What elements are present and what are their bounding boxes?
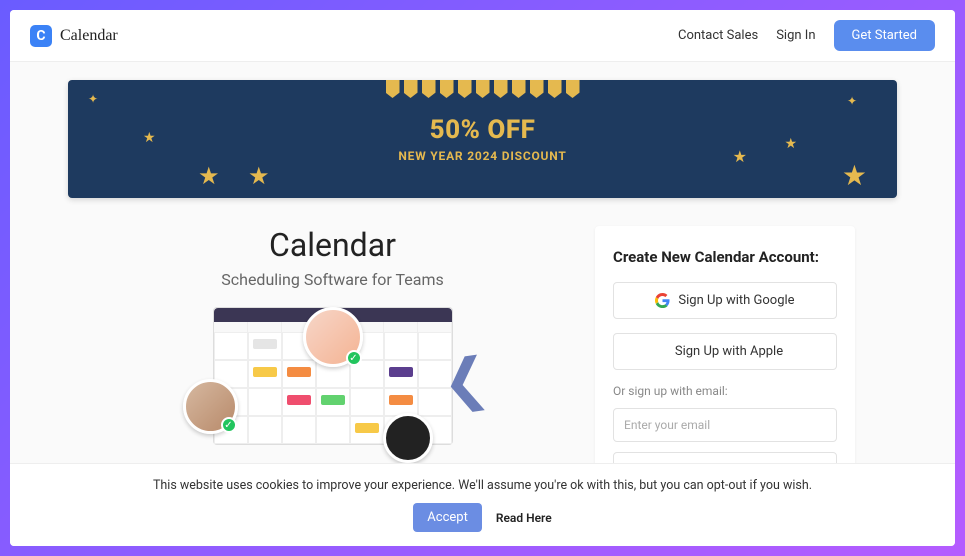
promo-banner[interactable]: ✦ ★ ★ ★ ✦ ★ ★ ★ 50% OFF NEW YEAR 2024 DI… [68, 80, 897, 198]
star-icon: ✦ [88, 92, 98, 106]
hero-subtitle: Scheduling Software for Teams [110, 270, 555, 289]
signup-title: Create New Calendar Account: [613, 248, 837, 266]
promo-subline: NEW YEAR 2024 DISCOUNT [398, 149, 566, 163]
star-icon: ★ [733, 147, 747, 166]
star-icon: ★ [248, 162, 270, 190]
signup-alt-label: Or sign up with email: [613, 384, 837, 398]
nav-right: Contact Sales Sign In Get Started [678, 20, 935, 51]
promo-headline: 50% OFF [430, 115, 536, 145]
avatar-icon [383, 413, 433, 463]
cookie-banner: This website uses cookies to improve you… [10, 463, 955, 546]
hero-title: Calendar [110, 226, 555, 264]
cookie-read-link[interactable]: Read Here [496, 511, 552, 525]
sign-in-link[interactable]: Sign In [776, 28, 815, 43]
apple-signup-label: Sign Up with Apple [675, 344, 783, 359]
avatar-icon: ✓ [183, 379, 238, 434]
star-icon: ★ [842, 159, 867, 192]
brand[interactable]: C Calendar [30, 25, 118, 47]
calendar-illustration: ✓ ✓ ❮ [213, 307, 453, 445]
cookie-accept-button[interactable]: Accept [413, 503, 482, 532]
app-window: C Calendar Contact Sales Sign In Get Sta… [10, 10, 955, 546]
star-icon: ★ [143, 130, 156, 146]
contact-sales-link[interactable]: Contact Sales [678, 28, 758, 43]
leaf-decoration-icon: ❮ [437, 344, 493, 416]
brand-name: Calendar [60, 27, 118, 45]
apple-signup-button[interactable]: Sign Up with Apple [613, 333, 837, 370]
bunting-decoration-icon [384, 80, 582, 98]
brand-logo-icon: C [30, 25, 52, 47]
top-nav: C Calendar Contact Sales Sign In Get Sta… [10, 10, 955, 62]
star-icon: ★ [198, 162, 220, 190]
google-signup-label: Sign Up with Google [678, 293, 794, 308]
cookie-actions: Accept Read Here [30, 503, 935, 532]
star-icon: ★ [784, 136, 797, 152]
google-signup-button[interactable]: Sign Up with Google [613, 282, 837, 319]
get-started-button[interactable]: Get Started [834, 20, 935, 51]
email-input[interactable] [613, 408, 837, 442]
avatar-icon: ✓ [303, 307, 363, 367]
star-icon: ✦ [847, 94, 857, 108]
google-icon [655, 293, 670, 308]
cookie-text: This website uses cookies to improve you… [30, 478, 935, 493]
